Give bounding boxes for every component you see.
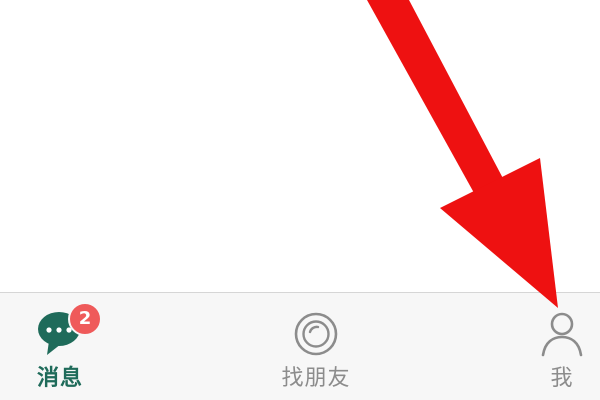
tab-me[interactable]: 我: [492, 293, 600, 400]
tab-find-friends-label: 找朋友: [281, 366, 351, 391]
tab-messages-label: 消息: [36, 366, 83, 391]
app-screen: 2 消息 找朋友 我: [0, 0, 600, 400]
tab-messages[interactable]: 2 消息: [0, 293, 130, 400]
radar-icon: [294, 312, 338, 356]
tab-me-label: 我: [550, 366, 574, 391]
bottom-tab-bar: 2 消息 找朋友 我: [0, 292, 600, 400]
content-area: [0, 0, 600, 292]
tab-find-friends[interactable]: 找朋友: [246, 293, 386, 400]
unread-badge: 2: [68, 302, 102, 336]
person-icon: [541, 312, 583, 357]
